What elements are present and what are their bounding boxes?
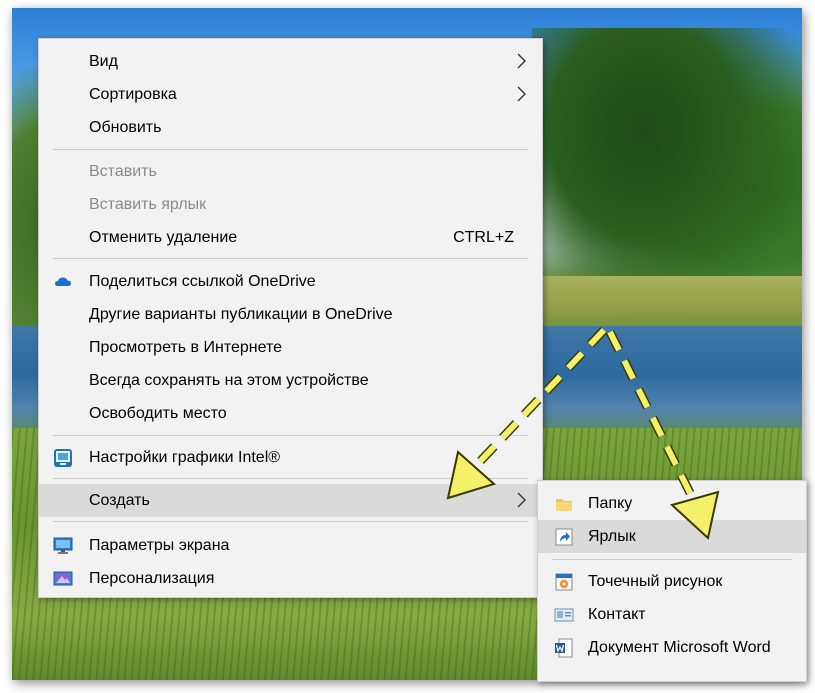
menu-item-shortcut: CTRL+Z — [453, 228, 514, 246]
submenu-item-folder[interactable]: Папку — [538, 487, 806, 520]
submenu-item-label: Точечный рисунок — [588, 572, 723, 590]
submenu-item-bitmap[interactable]: Точечный рисунок — [538, 565, 806, 598]
menu-separator — [552, 559, 792, 560]
menu-item-personalization[interactable]: Персонализация — [39, 562, 542, 595]
menu-item-label: Сортировка — [89, 85, 177, 103]
chevron-right-icon — [517, 86, 526, 102]
menu-separator — [53, 478, 528, 479]
menu-item-onedrive-more[interactable]: Другие варианты публикации в OneDrive — [39, 298, 542, 331]
menu-item-paste: Вставить — [39, 155, 542, 188]
intel-graphics-icon — [54, 449, 72, 467]
menu-separator — [53, 149, 528, 150]
menu-item-label: Другие варианты публикации в OneDrive — [89, 305, 393, 323]
menu-item-sort[interactable]: Сортировка — [39, 78, 542, 111]
chevron-right-icon — [517, 492, 526, 508]
menu-item-label: Настройки графики Intel® — [89, 448, 281, 466]
menu-item-display-settings[interactable]: Параметры экрана — [39, 529, 542, 562]
menu-item-paste-shortcut: Вставить ярлык — [39, 188, 542, 221]
menu-separator — [53, 258, 528, 259]
submenu-item-label: Контакт — [588, 605, 646, 623]
menu-item-label: Создать — [89, 491, 150, 509]
menu-item-label: Освободить место — [89, 404, 227, 422]
submenu-item-label: Документ Microsoft Word — [588, 638, 771, 656]
new-submenu: Папку Ярлык Точечный рисунок Контакт Док… — [537, 480, 807, 682]
menu-separator — [53, 435, 528, 436]
chevron-right-icon — [517, 53, 526, 69]
menu-item-label: Вид — [89, 52, 118, 70]
onedrive-cloud-icon — [55, 277, 71, 286]
submenu-item-contact[interactable]: Контакт — [538, 598, 806, 631]
menu-item-label: Отменить удаление — [89, 228, 238, 246]
shortcut-icon — [555, 528, 573, 546]
menu-separator — [53, 521, 528, 522]
folder-icon — [556, 499, 572, 511]
menu-item-always-keep[interactable]: Всегда сохранять на этом устройстве — [39, 364, 542, 397]
menu-item-label: Вставить ярлык — [89, 195, 207, 213]
menu-item-new[interactable]: Создать — [39, 484, 542, 517]
menu-item-view[interactable]: Вид — [39, 45, 542, 78]
contact-icon — [554, 608, 574, 622]
menu-item-refresh[interactable]: Обновить — [39, 111, 542, 144]
submenu-item-label: Папку — [588, 494, 633, 512]
menu-item-onedrive-share[interactable]: Поделиться ссылкой OneDrive — [39, 265, 542, 298]
monitor-icon — [53, 537, 73, 554]
menu-item-free-space[interactable]: Освободить место — [39, 397, 542, 430]
menu-item-intel-graphics[interactable]: Настройки графики Intel® — [39, 441, 542, 474]
menu-item-undo-delete[interactable]: Отменить удаление CTRL+Z — [39, 221, 542, 254]
menu-item-label: Параметры экрана — [89, 536, 230, 554]
word-document-icon — [555, 638, 573, 658]
menu-item-label: Вставить — [89, 162, 157, 180]
menu-item-label: Персонализация — [89, 569, 215, 587]
wallpaper-forest — [532, 28, 802, 318]
menu-item-label: Обновить — [89, 118, 162, 136]
menu-item-label: Поделиться ссылкой OneDrive — [89, 272, 316, 290]
desktop-context-menu: Вид Сортировка Обновить Вставить Вставит… — [38, 38, 543, 598]
personalization-icon — [53, 571, 73, 586]
submenu-item-label: Ярлык — [588, 527, 636, 545]
bitmap-icon — [555, 573, 573, 591]
menu-item-label: Всегда сохранять на этом устройстве — [89, 371, 369, 389]
menu-item-label: Просмотреть в Интернете — [89, 338, 283, 356]
submenu-item-shortcut[interactable]: Ярлык — [538, 520, 806, 553]
submenu-item-word-document[interactable]: Документ Microsoft Word — [538, 631, 806, 664]
menu-item-view-online[interactable]: Просмотреть в Интернете — [39, 331, 542, 364]
